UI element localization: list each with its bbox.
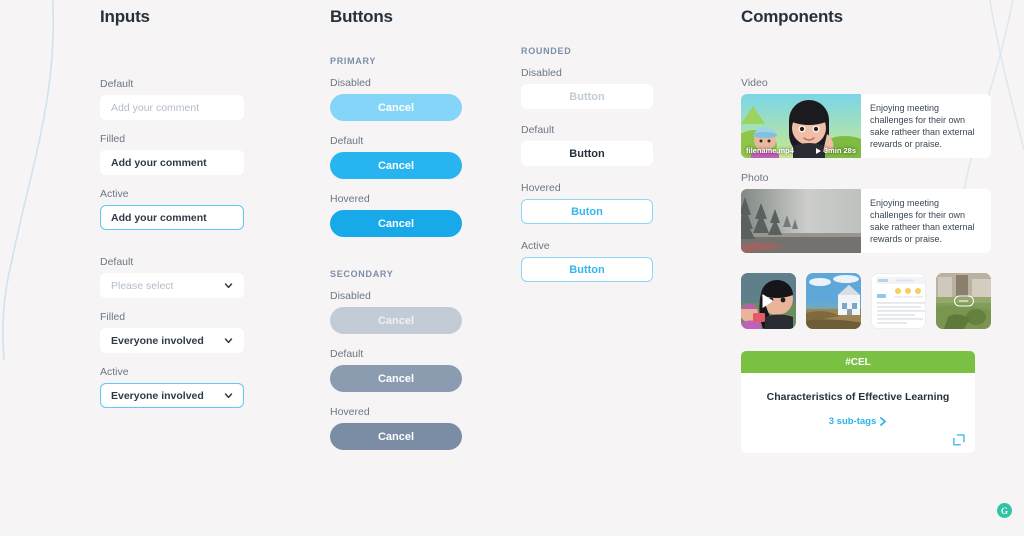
button-rounded-disabled[interactable]: Button	[521, 84, 653, 109]
secondary-state-default: Default	[330, 348, 364, 360]
link-icon	[953, 295, 974, 307]
play-icon	[815, 147, 821, 154]
photo-thumbnail[interactable]	[741, 189, 861, 253]
button-rounded-default[interactable]: Button	[521, 141, 653, 166]
photo-card-description: Enjoying meeting challenges for their ow…	[870, 198, 975, 245]
chevron-down-icon	[224, 393, 233, 399]
photo-card[interactable]: Enjoying meeting challenges for their ow…	[741, 189, 991, 253]
thumbnail-document[interactable]	[870, 273, 927, 329]
rounded-state-active: Active	[521, 240, 550, 252]
group-label-rounded: ROUNDED	[521, 46, 572, 56]
thumbnail-video[interactable]	[741, 273, 796, 329]
components-column: Components Video filename.mp4 3min 28s E…	[741, 0, 991, 453]
input-label-filled: Filled	[100, 133, 126, 145]
primary-state-hovered: Hovered	[330, 193, 370, 205]
subtags-link[interactable]: 3 sub-tags	[829, 416, 888, 427]
thumbnail-link[interactable]	[936, 273, 991, 329]
cancel-button-primary-hovered[interactable]: Cancel	[330, 210, 462, 237]
photo-thumbnail-image	[741, 189, 861, 253]
thumbnail-row	[741, 273, 991, 329]
select-label-active: Active	[100, 366, 129, 378]
components-label-photo: Photo	[741, 172, 769, 184]
chevron-right-icon	[880, 417, 887, 426]
comment-input-default[interactable]: Add your comment	[100, 95, 244, 120]
secondary-state-hovered: Hovered	[330, 406, 370, 418]
play-icon	[762, 294, 774, 308]
page-title-components: Components	[741, 7, 843, 26]
video-card-description: Enjoying meeting challenges for their ow…	[870, 103, 975, 150]
rounded-state-default: Default	[521, 124, 555, 136]
cancel-button-primary-default[interactable]: Cancel	[330, 152, 462, 179]
video-card[interactable]: filename.mp4 3min 28s Enjoying meeting c…	[741, 94, 991, 158]
primary-state-disabled: Disabled	[330, 77, 371, 89]
select-default-value: Please select	[111, 279, 174, 292]
page-title-inputs: Inputs	[100, 7, 150, 26]
chat-widget-button[interactable]: G	[997, 503, 1012, 518]
select-active-value: Everyone involved	[111, 389, 204, 402]
cancel-button-secondary-disabled[interactable]: Cancel	[330, 307, 462, 334]
components-label-video: Video	[741, 77, 768, 89]
cancel-button-secondary-hovered[interactable]: Cancel	[330, 423, 462, 450]
rounded-state-disabled: Disabled	[521, 67, 562, 79]
secondary-state-disabled: Disabled	[330, 290, 371, 302]
video-duration: 3min 28s	[823, 146, 856, 155]
cancel-button-secondary-default[interactable]: Cancel	[330, 365, 462, 392]
select-filled[interactable]: Everyone involved	[100, 328, 244, 353]
input-label-active: Active	[100, 188, 129, 200]
chevron-down-icon	[224, 338, 233, 344]
primary-state-default: Default	[330, 135, 364, 147]
tag-card-body: Characteristics of Effective Learning 3 …	[741, 373, 975, 453]
select-label-filled: Filled	[100, 311, 126, 323]
page-title-buttons: Buttons	[330, 7, 393, 26]
select-filled-value: Everyone involved	[111, 334, 204, 347]
video-filename: filename.mp4	[746, 146, 794, 155]
video-duration-group: 3min 28s	[815, 146, 856, 155]
input-label-default: Default	[100, 78, 134, 90]
select-default[interactable]: Please select	[100, 273, 244, 298]
cancel-button-primary-disabled[interactable]: Cancel	[330, 94, 462, 121]
button-rounded-hovered[interactable]: Buton	[521, 199, 653, 224]
expand-icon[interactable]	[953, 434, 965, 446]
rounded-state-hovered: Hovered	[521, 182, 561, 194]
video-thumbnail[interactable]: filename.mp4 3min 28s	[741, 94, 861, 158]
thumbnail-photo-image	[805, 273, 861, 329]
video-overlay-bar: filename.mp4 3min 28s	[741, 143, 861, 158]
thumbnail-photo[interactable]	[805, 273, 861, 329]
buttons-column: Buttons PRIMARY Disabled Cancel Default …	[330, 0, 510, 450]
tag-card[interactable]: #CEL Characteristics of Effective Learni…	[741, 351, 975, 453]
comment-input-active[interactable]: Add your comment	[100, 205, 244, 230]
inputs-column: Inputs Default Add your comment Filled A…	[100, 0, 300, 408]
rounded-buttons-column: ROUNDED Disabled Button Default Button H…	[521, 0, 701, 282]
group-label-primary: PRIMARY	[330, 56, 377, 66]
select-active[interactable]: Everyone involved	[100, 383, 244, 408]
tag-card-header: #CEL	[741, 351, 975, 373]
comment-input-filled[interactable]: Add your comment	[100, 150, 244, 175]
group-label-secondary: SECONDARY	[330, 269, 394, 279]
subtags-label: 3 sub-tags	[828, 416, 877, 427]
button-rounded-active[interactable]: Button	[521, 257, 653, 282]
tag-card-title: Characteristics of Effective Learning	[766, 391, 950, 403]
chevron-down-icon	[224, 283, 233, 289]
select-label-default: Default	[100, 256, 134, 268]
thumbnail-document-image	[871, 274, 926, 328]
